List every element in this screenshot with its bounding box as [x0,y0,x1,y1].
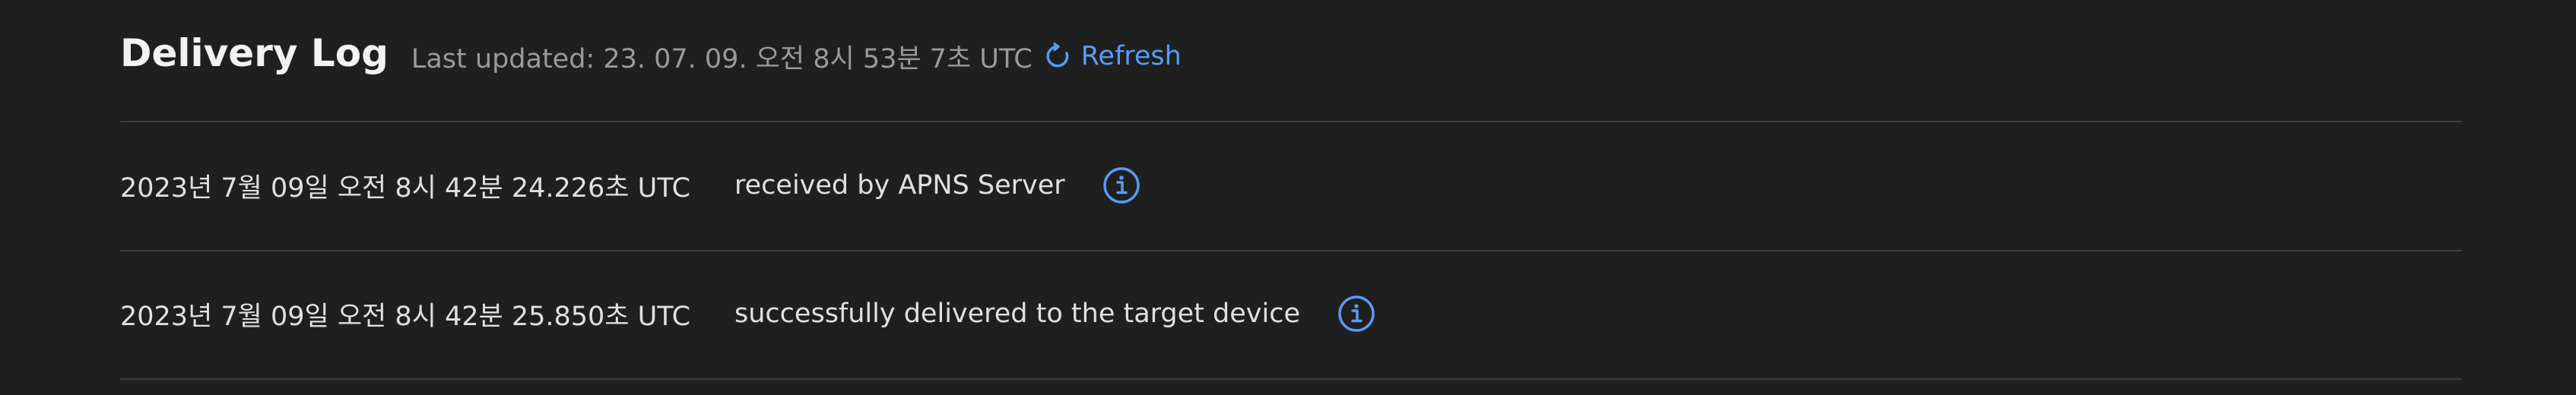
page-title: Delivery Log [120,31,389,75]
divider [120,378,2462,380]
info-icon[interactable] [1102,166,1141,205]
log-entry-timestamp: 2023년 7월 09일 오전 8시 42분 25.850초 UTC [120,301,691,332]
info-icon[interactable] [1337,294,1376,333]
refresh-button[interactable]: Refresh [1043,41,1182,71]
refresh-icon[interactable] [1043,42,1072,71]
divider [120,121,2462,122]
log-entry: 2023년 7월 09일 오전 8시 42분 24.226초 UTC recei… [120,163,1141,208]
delivery-log-panel: Delivery Log Last updated: 23. 07. 09. 오… [0,0,2576,395]
log-entry-status: received by APNS Server [734,170,1065,201]
log-entry: 2023년 7월 09일 오전 8시 42분 25.850초 UTC succe… [120,291,1376,337]
log-entry-timestamp: 2023년 7월 09일 오전 8시 42분 24.226초 UTC [120,172,691,204]
refresh-label[interactable]: Refresh [1081,41,1182,71]
last-updated-text: Last updated: 23. 07. 09. 오전 8시 53분 7초 U… [411,43,1033,74]
log-entry-status: successfully delivered to the target dev… [734,299,1300,329]
divider [120,250,2462,251]
header: Delivery Log Last updated: 23. 07. 09. 오… [120,23,1182,84]
